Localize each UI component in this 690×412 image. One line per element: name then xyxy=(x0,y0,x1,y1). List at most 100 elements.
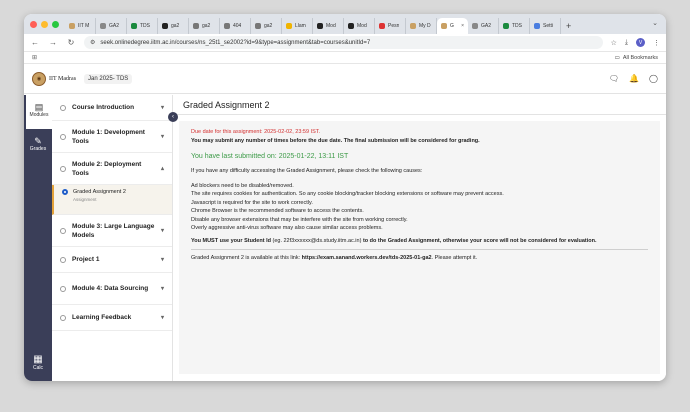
sidebar-module-label: Module 4: Data Sourcing xyxy=(72,285,149,292)
term-selector[interactable]: Jan 2025- TDS xyxy=(84,73,133,84)
tab-title: GA2 xyxy=(109,23,120,29)
cause-item: The site requires cookies for authentica… xyxy=(191,191,504,198)
main-area: ▤ Modules ✎ Grades ▦ Calc ‹ Course Intro… xyxy=(24,95,666,381)
sidebar-module[interactable]: Module 4: Data Sourcing ▾ xyxy=(52,273,172,305)
reload-button[interactable]: ↻ xyxy=(66,38,76,47)
sidebar-module[interactable]: Module 2: Deployment Tools ▴ xyxy=(52,153,172,185)
tab-favicon-icon xyxy=(317,23,323,29)
back-button[interactable]: ← xyxy=(30,38,40,47)
chevron-icon[interactable]: ▾ xyxy=(161,314,164,321)
tab-favicon-icon xyxy=(69,23,75,29)
bookmark-star-icon[interactable]: ☆ xyxy=(611,39,617,47)
browser-tab[interactable]: ga2 xyxy=(189,18,220,34)
sidebar-module-label: Learning Feedback xyxy=(72,314,132,321)
tab-favicon-icon xyxy=(379,23,385,29)
collapse-sidebar-button[interactable]: ‹ xyxy=(168,112,178,122)
browser-tab[interactable]: G × xyxy=(437,18,468,34)
browser-tab[interactable]: 404 xyxy=(220,18,251,34)
browser-tab[interactable]: ga2 xyxy=(158,18,189,34)
sidebar-module-label: Module 3: Large Language Models xyxy=(72,222,155,239)
tab-title: GA2 xyxy=(481,23,492,29)
tab-title: IIT M xyxy=(78,23,90,29)
browser-tab[interactable]: GA2 xyxy=(468,18,499,34)
sidebar-module[interactable]: Module 1: Development Tools ▾ xyxy=(52,121,172,153)
sidebar-module-label: Module 2: Deployment Tools xyxy=(72,160,142,177)
account-icon[interactable]: ◯ xyxy=(649,74,658,83)
tab-search-icon[interactable]: ⌄ xyxy=(652,19,658,27)
browser-tab[interactable]: Setti xyxy=(530,18,561,34)
browser-tab[interactable]: Mod xyxy=(313,18,344,34)
rail-grades[interactable]: ✎ Grades xyxy=(24,129,52,163)
profile-avatar[interactable]: V xyxy=(636,38,645,47)
difficulty-text: If you have any difficulty accessing the… xyxy=(191,168,423,174)
all-bookmarks-button[interactable]: ▭ All Bookmarks xyxy=(615,55,658,61)
tab-favicon-icon xyxy=(193,23,199,29)
tab-favicon-icon xyxy=(100,23,106,29)
tab-title: ga2 xyxy=(171,23,180,29)
student-id-example: (eg. 22f3xxxxxx@ds.study.iitm.ac.in) xyxy=(270,238,363,245)
chevron-icon[interactable]: ▾ xyxy=(161,285,164,292)
window-controls xyxy=(30,20,59,28)
module-radio-icon xyxy=(60,314,66,321)
download-icon[interactable]: ⤓ xyxy=(625,39,628,47)
browser-tab[interactable]: Mod xyxy=(344,18,375,34)
tab-title: Mod xyxy=(326,23,336,29)
browser-tab[interactable]: IIT M xyxy=(65,18,96,34)
cause-item: Chrome Browser is the recommended softwa… xyxy=(191,208,364,215)
module-radio-icon xyxy=(60,165,66,172)
minimize-window-button[interactable] xyxy=(41,20,48,28)
browser-tab[interactable]: TDS xyxy=(499,18,530,34)
chevron-icon[interactable]: ▴ xyxy=(161,165,164,172)
chevron-icon[interactable]: ▾ xyxy=(161,104,164,111)
module-radio-icon xyxy=(60,285,66,292)
sidebar-module-label: Project 1 xyxy=(72,256,100,263)
sidebar-module[interactable]: Learning Feedback ▾ xyxy=(52,305,172,331)
module-sidebar: ‹ Course Introduction ▾ Module 1: Developm… xyxy=(52,95,178,381)
tab-title: 404 xyxy=(233,23,242,29)
close-tab-icon[interactable]: × xyxy=(461,23,464,29)
folder-icon: ▭ xyxy=(614,54,620,61)
address-bar[interactable]: ⚙ seek.onlinedegree.iitm.ac.in/courses/n… xyxy=(84,36,603,49)
zoom-window-button[interactable] xyxy=(52,20,59,28)
tab-favicon-icon xyxy=(534,23,540,29)
causes-list: Ad blockers need to be disabled/removed.… xyxy=(191,182,648,232)
rail-modules[interactable]: ▤ Modules xyxy=(24,95,52,129)
chevron-icon[interactable]: ▾ xyxy=(161,256,164,263)
assignment-link-line: Graded Assignment 2 is available at this… xyxy=(191,255,648,261)
iit-madras-logo[interactable]: ◉ xyxy=(32,71,46,86)
close-window-button[interactable] xyxy=(30,20,37,28)
browser-tab[interactable]: TDS xyxy=(127,18,158,34)
site-info-icon[interactable]: ⚙ xyxy=(90,39,95,46)
chevron-icon[interactable]: ▾ xyxy=(161,227,164,234)
browser-menu-icon[interactable]: ⋮ xyxy=(653,39,660,47)
forward-button[interactable]: → xyxy=(48,38,58,47)
browser-tab[interactable]: GA2 xyxy=(96,18,127,34)
submission-note: You may submit any number of times befor… xyxy=(191,138,480,144)
left-rail: ▤ Modules ✎ Grades ▦ Calc xyxy=(24,95,52,381)
browser-tab[interactable]: My D xyxy=(406,18,437,34)
sidebar-item-label: Graded Assignment 2 xyxy=(73,189,126,195)
tab-title: Llam xyxy=(295,23,306,29)
student-id-notice-a: You MUST use your Student Id xyxy=(191,238,271,245)
chevron-icon[interactable]: ▾ xyxy=(161,133,164,140)
apps-grid-icon[interactable]: ⊞ xyxy=(32,54,37,61)
tab-favicon-icon xyxy=(441,23,447,29)
student-id-notice-c: to do the Graded Assignment, otherwise y… xyxy=(362,238,597,245)
assignment-link[interactable]: https://exam.sanand.workers.dev/tds-2025… xyxy=(302,255,432,261)
sidebar-module[interactable]: Module 3: Large Language Models ▾ xyxy=(52,215,172,247)
chat-icon[interactable]: 🗨 xyxy=(609,74,619,83)
link-intro: Graded Assignment 2 is available at this… xyxy=(191,255,302,262)
browser-tab[interactable]: Llam xyxy=(282,18,313,34)
tab-favicon-icon xyxy=(410,23,416,29)
sidebar-module[interactable]: Project 1 ▾ xyxy=(52,247,172,273)
all-bookmarks-label: All Bookmarks xyxy=(622,54,658,61)
browser-tab[interactable]: ga2 xyxy=(251,18,282,34)
rail-calc[interactable]: ▦ Calc xyxy=(24,354,52,371)
notification-bell-icon[interactable]: 🔔 xyxy=(629,74,639,83)
content-area: Graded Assignment 2 Due date for this as… xyxy=(173,95,666,381)
new-tab-button[interactable]: + xyxy=(561,21,576,31)
sidebar-module[interactable]: Course Introduction ▾ xyxy=(52,95,172,121)
tab-title: Mod xyxy=(357,23,367,29)
browser-tab[interactable]: Pesn xyxy=(375,18,406,34)
sidebar-item-graded-assignment-2[interactable]: Graded Assignment 2 Assignment xyxy=(52,185,172,215)
